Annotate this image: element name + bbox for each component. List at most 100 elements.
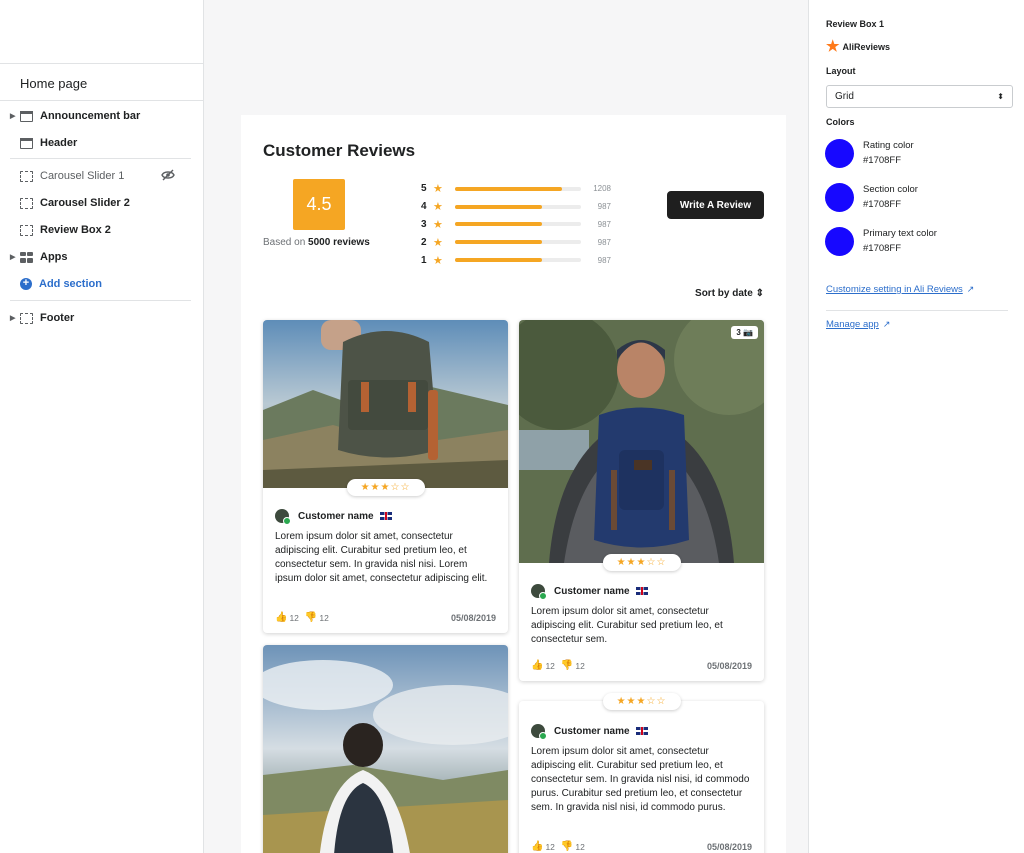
link-label: Manage app [826, 319, 879, 330]
dislike-count: 12 [575, 841, 585, 852]
based-prefix: Based on [263, 237, 309, 248]
sort-dropdown[interactable]: Sort by date ⇕ [695, 288, 764, 299]
layout-value: Grid [835, 91, 854, 102]
plus-circle-icon: + [20, 278, 32, 290]
caret-right-icon[interactable]: ▶ [10, 253, 20, 261]
review-date: 05/08/2019 [450, 612, 496, 623]
rating-stars: ★★★☆☆ [602, 693, 681, 710]
avatar [531, 724, 547, 740]
color-text: Rating color #1708FF [863, 138, 914, 168]
review-footer: 👍 12 👎 12 05/08/2019 [531, 841, 752, 852]
rating-bar-track [455, 222, 581, 227]
section-footer[interactable]: ▶ Footer [10, 307, 193, 329]
reviews-title: Customer Reviews [263, 141, 416, 160]
manage-app-link[interactable]: Manage app ↗ [826, 319, 890, 330]
color-text: Section color #1708FF [863, 182, 918, 212]
review-box-icon [20, 224, 33, 236]
rating-count: 1208 [593, 184, 611, 194]
footer-icon [20, 312, 33, 324]
carousel-icon [20, 170, 33, 182]
color-swatch[interactable] [825, 226, 854, 256]
review-card[interactable]: ★★★☆☆ Customer name Lorem ipsum dolor si… [519, 693, 764, 853]
external-link-icon: ↗ [882, 319, 891, 329]
rating-level: 2 [421, 236, 427, 248]
review-card[interactable]: ★★★☆☆ Customer name Lorem ipsum dolor si… [263, 320, 508, 633]
caret-right-icon[interactable]: ▶ [10, 112, 20, 120]
photo-count-badge: 3 📷 [731, 326, 758, 339]
section-apps[interactable]: ▶ Apps [10, 246, 193, 268]
rating-stars: ★★★☆☆ [602, 554, 681, 571]
dislike-count: 12 [319, 612, 329, 623]
section-label: Header [40, 137, 78, 149]
color-swatch[interactable] [825, 182, 854, 212]
star-icon: ★ [433, 201, 443, 214]
eye-hidden-icon[interactable] [161, 169, 175, 184]
ali-reviews-logo: ★ AliReviews [826, 39, 890, 54]
thumbs-down-icon[interactable]: 👎 [305, 612, 317, 623]
add-section-button[interactable]: + Add section [10, 273, 193, 295]
layout-select[interactable]: Grid ⬍ [826, 85, 1013, 108]
section-carousel-slider-1[interactable]: Carousel Slider 1 [10, 165, 193, 187]
rating-count: 987 [597, 202, 611, 212]
thumbs-down-icon[interactable]: 👎 [561, 841, 573, 852]
rating-stars: ★★★☆☆ [346, 479, 425, 496]
panel-title: Review Box 1 [826, 19, 885, 29]
section-announcement-bar[interactable]: ▶ Announcement bar [10, 105, 193, 127]
rating-count: 987 [597, 255, 611, 265]
primary-text-color-row[interactable]: Primary text color #1708FF [825, 226, 937, 256]
rating-bar-row: 1 ★ 987 [421, 251, 611, 269]
layout-label: Layout [826, 66, 856, 76]
settings-panel: Review Box 1 ★ AliReviews Layout Grid ⬍ Co… [808, 0, 1024, 853]
section-label: Carousel Slider 1 [40, 170, 125, 182]
external-link-icon: ↗ [966, 284, 975, 294]
rating-bar-fill [455, 240, 542, 245]
thumbs-down-icon[interactable]: 👎 [561, 660, 573, 671]
review-date: 05/08/2019 [706, 660, 752, 671]
section-label: Carousel Slider 2 [40, 197, 130, 209]
carousel-icon [20, 197, 33, 209]
section-header[interactable]: Header [10, 132, 193, 154]
sections-sidebar: Home page ▶ Announcement bar Header Caro… [0, 0, 204, 853]
write-review-button[interactable]: Write A Review [667, 191, 764, 219]
section-carousel-slider-2[interactable]: Carousel Slider 2 [10, 192, 193, 214]
divider [826, 310, 1008, 311]
color-value: #1708FF [863, 243, 902, 254]
rating-bar-fill [455, 222, 542, 227]
color-swatch[interactable] [825, 138, 854, 168]
section-label: Review Box 2 [40, 224, 111, 236]
photo-count: 3 [736, 328, 741, 337]
review-card[interactable] [263, 645, 508, 853]
customize-setting-link[interactable]: Customize setting in Ali Reviews ↗ [826, 284, 974, 295]
rating-level: 1 [421, 254, 427, 266]
review-photo[interactable]: 3 📷 [519, 320, 764, 563]
rating-bar-row: 3 ★ 987 [421, 216, 611, 234]
thumbs-up-icon[interactable]: 👍 [531, 660, 543, 671]
add-section-label: Add section [39, 278, 102, 290]
like-count: 12 [289, 612, 299, 623]
rating-level: 3 [421, 218, 427, 230]
rating-color-row[interactable]: Rating color #1708FF [825, 138, 914, 168]
thumbs-up-icon[interactable]: 👍 [531, 841, 543, 852]
color-value: #1708FF [863, 155, 902, 166]
review-photo[interactable] [263, 645, 508, 853]
rating-bar-fill [455, 258, 542, 263]
color-label: Rating color [863, 140, 914, 151]
review-card[interactable]: 3 📷 ★★★☆☆ Customer name Lorem ipsum dolo… [519, 320, 764, 681]
review-body: Customer name Lorem ipsum dolor sit amet… [531, 583, 752, 647]
reviewer: Customer name [531, 583, 752, 600]
review-photo[interactable] [263, 320, 508, 488]
star-icon: ★ [433, 254, 443, 267]
uk-flag-icon [635, 727, 648, 735]
link-label: Customize setting in Ali Reviews [826, 284, 963, 295]
announcement-bar-icon [20, 110, 33, 122]
caret-right-icon[interactable]: ▶ [10, 314, 20, 322]
sort-label: Sort by date [695, 288, 753, 299]
apps-icon [20, 251, 33, 263]
thumbs-up-icon[interactable]: 👍 [275, 612, 287, 623]
divider [0, 63, 203, 64]
section-color-row[interactable]: Section color #1708FF [825, 182, 918, 212]
review-count: 5000 reviews [308, 237, 370, 248]
color-label: Section color [863, 184, 918, 195]
section-review-box-2[interactable]: Review Box 2 [10, 219, 193, 241]
rating-bar-track [455, 186, 581, 191]
